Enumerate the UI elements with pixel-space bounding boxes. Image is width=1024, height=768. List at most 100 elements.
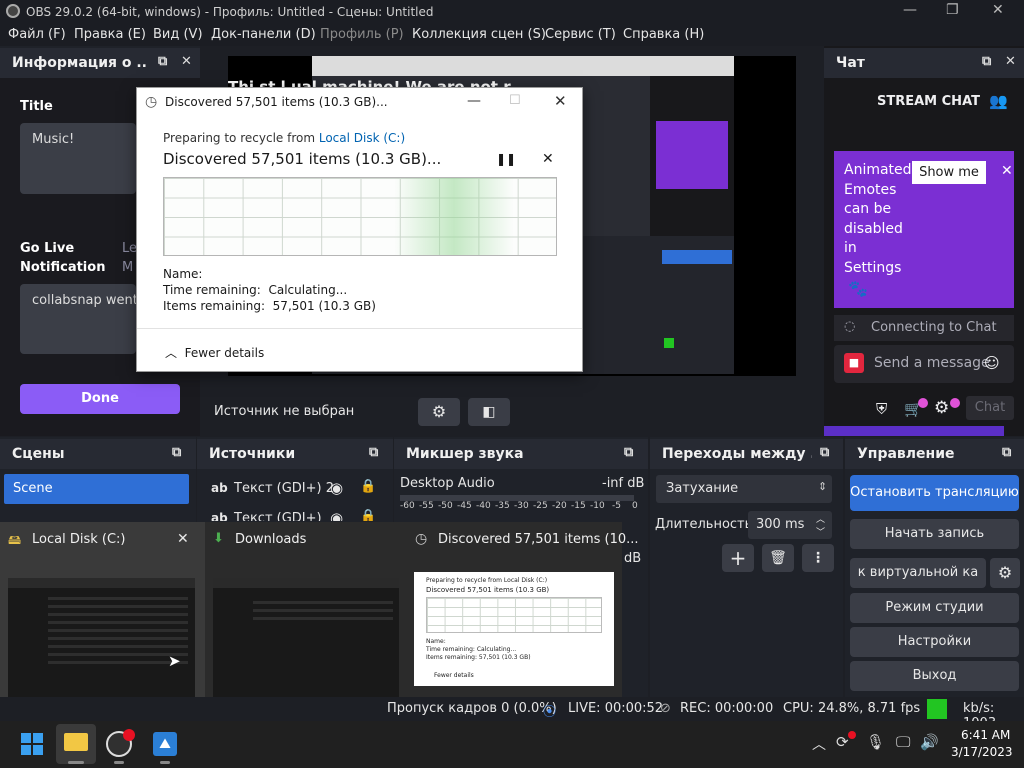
source-properties-gear-icon[interactable]: ⚙ — [418, 398, 460, 426]
cancel-icon[interactable]: ✕ — [542, 151, 554, 167]
windows-start-icon[interactable] — [21, 733, 43, 755]
shield-icon[interactable]: ⛨ — [876, 400, 887, 418]
chat-input[interactable]: ■ Send a message ☺ — [834, 345, 1014, 383]
menu-help[interactable]: Справка (H) — [623, 27, 704, 42]
lock-icon[interactable]: 🔒 — [360, 479, 376, 494]
thumb-downloads[interactable]: ⬇ Downloads — [205, 522, 405, 708]
chat-panel-title: Чат — [836, 55, 865, 71]
mouse-cursor-icon: ➤ — [168, 652, 181, 670]
nested-bottom-docks — [582, 236, 734, 374]
scenes-undock-icon[interactable]: ⧉ — [172, 445, 181, 460]
emote-picker-icon[interactable]: ☺ — [984, 354, 1000, 372]
thumb-dialog-name: Name: — [426, 638, 446, 645]
menu-tools[interactable]: Сервис (T) — [545, 27, 616, 42]
text-source-icon: ab — [211, 481, 228, 495]
thumb-recycle-dialog[interactable]: ◷ Discovered 57,501 items (10... Prepari… — [405, 522, 639, 708]
rec-timer: REC: 00:00:00 — [680, 701, 774, 716]
virtual-camera-gear-icon[interactable]: ⚙ — [990, 558, 1020, 588]
dialog-maximize-icon[interactable]: ☐ — [509, 93, 521, 108]
settings-button[interactable]: Настройки — [850, 627, 1019, 657]
running-indicator — [68, 761, 84, 764]
close-dock-icon[interactable]: ✕ — [181, 54, 192, 69]
microphone-icon[interactable]: 🎙 — [866, 733, 885, 751]
duration-spinbox[interactable]: 300 ms ︿ ﹀ — [748, 511, 832, 539]
controls-undock-icon[interactable]: ⧉ — [1002, 445, 1011, 460]
clock-date[interactable]: 3/17/2023 — [951, 745, 1013, 759]
chevron-down-icon[interactable]: ﹀ — [816, 525, 825, 538]
transition-select[interactable]: Затухание ⇕ — [656, 475, 832, 503]
menu-file[interactable]: Файл (F) — [8, 27, 66, 42]
add-transition-icon[interactable]: + — [722, 544, 754, 572]
menu-scene-collection[interactable]: Коллекция сцен (S) — [412, 27, 546, 42]
source-row[interactable]: ab Текст (GDI+) 2 ◉ 🔒 — [197, 477, 393, 501]
more-options-icon[interactable]: ⋮ — [802, 544, 834, 572]
thumb-local-disk[interactable]: 🖴 Local Disk (C:) ✕ ➤ — [0, 522, 205, 708]
file-explorer-taskbar-button[interactable] — [56, 724, 96, 764]
thumb-title: Local Disk (C:) — [32, 532, 126, 547]
chat-send-button[interactable]: Chat — [966, 396, 1014, 420]
sources-undock-icon[interactable]: ⧉ — [369, 445, 378, 460]
broadcast-icon: ⦿ — [543, 705, 557, 720]
show-me-button[interactable]: Show me — [912, 161, 986, 184]
tray-overflow-chevron-icon[interactable]: ︿ — [812, 734, 826, 754]
clock-time[interactable]: 6:41 AM — [961, 728, 1010, 742]
close-icon[interactable]: ✕ — [992, 2, 1004, 18]
title-label: Title — [20, 99, 53, 114]
title-input[interactable]: Music! — [20, 123, 136, 194]
promo-close-icon[interactable]: ✕ — [1001, 163, 1013, 179]
eye-icon[interactable]: ◉ — [330, 479, 343, 497]
chevron-up-icon[interactable]: ︿ — [816, 512, 825, 525]
source-drive-link[interactable]: Local Disk (C:) — [319, 131, 405, 145]
nested-stop-button — [662, 250, 732, 264]
stop-stream-button[interactable]: Остановить трансляцию — [850, 475, 1019, 511]
chat-close-icon[interactable]: ✕ — [1005, 54, 1016, 69]
pause-icon[interactable]: ❚❚ — [496, 152, 516, 166]
exit-button[interactable]: Выход — [850, 661, 1019, 691]
preparing-line: Preparing to recycle from Local Disk (C:… — [163, 131, 405, 145]
lock-icon[interactable]: 🔒 — [360, 509, 376, 521]
chat-bottom-accent — [824, 426, 1004, 436]
thumb-title: Downloads — [235, 532, 307, 547]
undock-icon[interactable]: ⧉ — [158, 54, 167, 69]
sync-badge — [848, 731, 856, 739]
studio-mode-button[interactable]: Режим студии — [850, 593, 1019, 623]
sync-icon[interactable]: ⟳ — [836, 733, 849, 751]
menu-docks[interactable]: Док-панели (D) — [211, 27, 316, 42]
menu-profile[interactable]: Профиль (P) — [320, 27, 404, 42]
eye-icon[interactable]: ◉ — [330, 509, 343, 521]
chat-settings-gear-icon[interactable]: ⚙ — [934, 398, 949, 418]
dialog-close-icon[interactable]: ✕ — [554, 92, 567, 110]
virtual-camera-button[interactable]: к виртуальной ка — [850, 558, 986, 588]
start-recording-button[interactable]: Начать запись — [850, 519, 1019, 549]
menu-bar: Файл (F) Правка (E) Вид (V) Док-панели (… — [0, 24, 1024, 46]
done-button[interactable]: Done — [20, 384, 180, 414]
trash-icon[interactable]: 🗑 — [762, 544, 794, 572]
dialog-title: Discovered 57,501 items (10.3 GB)... — [165, 95, 388, 109]
source-row-label: Текст (GDI+) 2 — [234, 481, 335, 496]
source-row-label: Текст (GDI+) — [234, 511, 322, 521]
notification-input[interactable]: collabsnap went — [20, 284, 136, 354]
dialog-heading: Discovered 57,501 items (10.3 GB)... — [163, 150, 442, 168]
mixer-undock-icon[interactable]: ⧉ — [624, 445, 633, 460]
display-icon[interactable]: 🖵 — [896, 733, 910, 751]
users-icon[interactable]: 👥 — [989, 92, 1008, 110]
audio-track-name: Desktop Audio — [400, 476, 495, 491]
volume-icon[interactable]: 🔊 — [920, 733, 939, 751]
scene-item[interactable]: Scene — [4, 474, 189, 504]
meter-scale: -60 -55 -50 -45 -40 -35 -30 -25 -20 -15 … — [400, 501, 640, 513]
source-filters-icon[interactable]: ◧ — [468, 398, 510, 426]
restore-icon[interactable]: ❐ — [946, 2, 959, 18]
dialog-minimize-icon[interactable]: — — [467, 93, 481, 109]
photos-app-icon[interactable]: ⛰ — [153, 732, 177, 756]
transitions-undock-icon[interactable]: ⧉ — [820, 445, 829, 460]
thumb-close-icon[interactable]: ✕ — [177, 531, 189, 547]
source-row[interactable]: ab Текст (GDI+) ◉ 🔒 — [197, 507, 393, 521]
download-icon: ⬇ — [213, 531, 224, 546]
chat-undock-icon[interactable]: ⧉ — [982, 54, 991, 69]
menu-edit[interactable]: Правка (E) — [74, 27, 146, 42]
menu-view[interactable]: Вид (V) — [153, 27, 203, 42]
transitions-title: Переходы между ... — [662, 446, 812, 462]
minimize-icon[interactable]: — — [903, 2, 917, 18]
fewer-details-toggle[interactable]: ︿ Fewer details — [165, 344, 264, 361]
thumb-dialog-preparing: Preparing to recycle from Local Disk (C:… — [426, 577, 548, 584]
